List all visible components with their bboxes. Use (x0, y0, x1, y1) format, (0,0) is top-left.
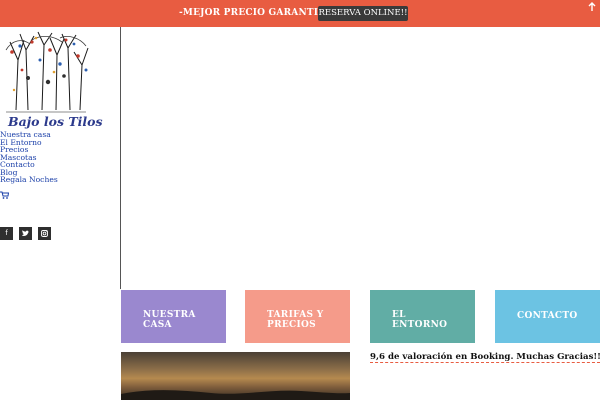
landscape-hills (121, 390, 350, 400)
tile-label: TARIFAS Y PRECIOS (267, 310, 324, 330)
reserva-online-button[interactable]: RESERVA ONLINE!! (318, 6, 408, 21)
logo[interactable]: Bajo los Tilos (2, 30, 103, 130)
instagram-icon[interactable] (38, 227, 51, 240)
tile-label: CONTACTO (517, 311, 578, 321)
tile-contacto[interactable]: CONTACTO (495, 290, 600, 343)
logo-text: Bajo los Tilos (8, 114, 103, 129)
arrow-up-icon[interactable] (586, 2, 598, 14)
logo-illustration (5, 31, 89, 113)
twitter-icon[interactable] (19, 227, 32, 240)
promo-bar: -MEJOR PRECIO GARANTIZADO- RESERVA ONLIN… (0, 0, 600, 27)
sidebar-divider (120, 27, 121, 289)
tile-tarifas-y-precios[interactable]: TARIFAS Y PRECIOS (245, 290, 350, 343)
facebook-icon[interactable]: f (0, 227, 13, 240)
instagram-icon-svg (41, 230, 48, 237)
review-heading: 9,6 de valoración en Booking. Muchas Gra… (370, 352, 600, 362)
tile-label: NUESTRA CASA (143, 310, 196, 330)
tile-label: EL ENTORNO (392, 310, 448, 330)
arrow-up-icon-svg (588, 2, 596, 11)
sidebar: Bajo los Tilos Nuestra casa El Entorno P… (0, 27, 120, 400)
tile-nuestra-casa[interactable]: NUESTRA CASA (121, 290, 226, 343)
landscape-photo (121, 352, 350, 400)
cart-icon-svg (0, 191, 10, 199)
main-nav: Nuestra casa El Entorno Precios Mascotas… (0, 131, 58, 199)
tile-el-entorno[interactable]: EL ENTORNO (370, 290, 475, 343)
nav-item-regala-noches[interactable]: Regala Noches (0, 176, 58, 184)
twitter-icon-svg (22, 230, 29, 236)
cart-icon[interactable] (0, 184, 58, 199)
review-divider (370, 362, 600, 363)
social-links: f (0, 227, 51, 240)
